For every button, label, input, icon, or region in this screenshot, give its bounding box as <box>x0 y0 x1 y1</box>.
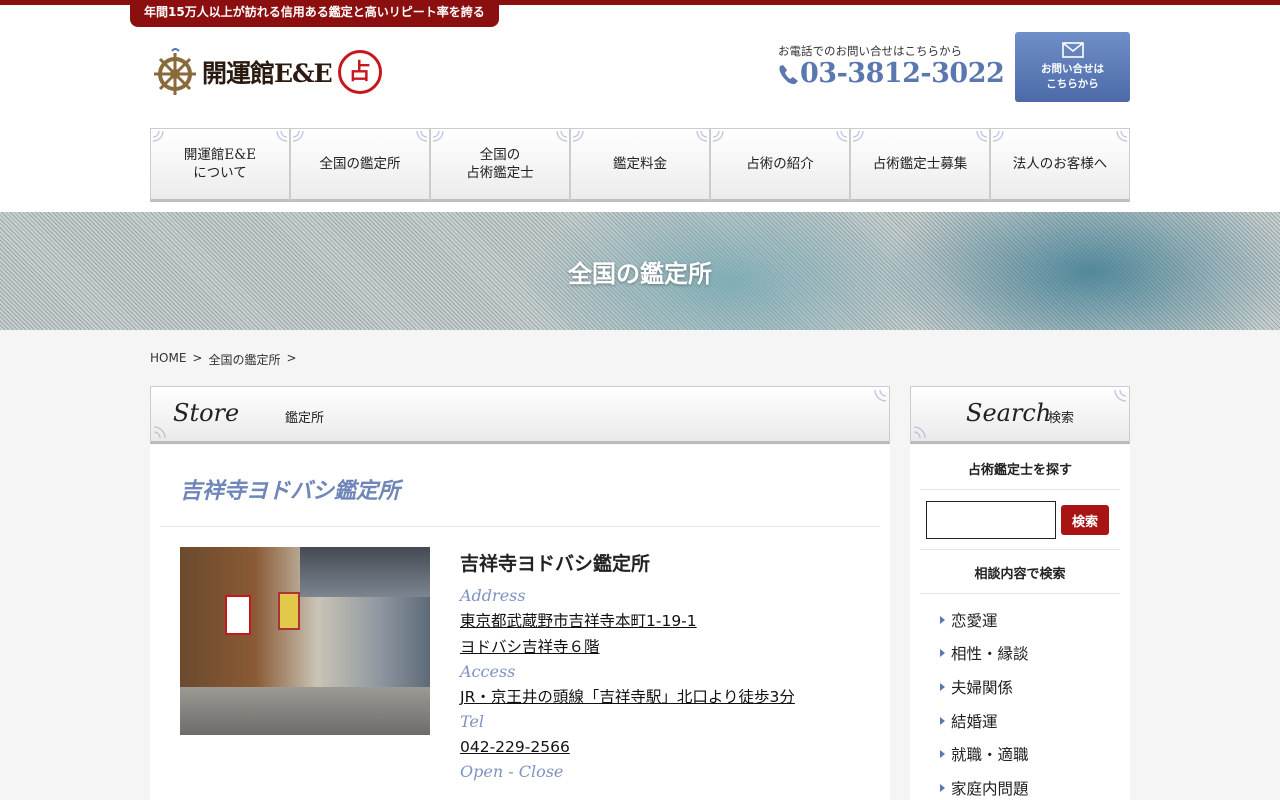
store-sign <box>278 592 300 630</box>
address-label: Address <box>460 586 526 605</box>
logo-text: 開運館E&E <box>202 59 333 88</box>
breadcrumb: HOME > 全国の鑑定所 > <box>150 351 297 368</box>
divider <box>920 549 1120 550</box>
category-item[interactable]: 就職・適職 <box>940 737 1029 771</box>
store-info: 吉祥寺ヨドバシ鑑定所 Address 東京都武蔵野市吉祥寺本町1-19-1 ヨド… <box>460 549 880 784</box>
store-sign <box>225 595 251 635</box>
section-heading-jp: 鑑定所 <box>285 411 325 426</box>
category-item[interactable]: 家庭内問題 <box>940 771 1029 800</box>
store-photo <box>180 547 430 735</box>
triangle-right-icon <box>940 716 945 725</box>
logo-seal: 占 <box>337 50 382 94</box>
nav-item-recruitment[interactable]: 占術鑑定士募集 <box>850 128 990 202</box>
tagline: 年間15万人以上が訪れる信用ある鑑定と高いリピート率を誇る <box>130 0 499 27</box>
store-section-header: Store 鑑定所 <box>150 386 890 444</box>
nav-item-pricing[interactable]: 鑑定料金 <box>570 128 710 202</box>
site-header: 開運館E&E 占 お電話でのお問い合せはこちらから 03-3812-3022 お… <box>0 5 1280 212</box>
access-label: Access <box>460 662 516 681</box>
contact-line2: こちらから <box>1046 78 1099 90</box>
global-nav: 開運館E&E について 全国の鑑定所 全国の 占術鑑定士 鑑定料金 占術の紹介 … <box>150 128 1130 202</box>
triangle-right-icon <box>940 615 945 624</box>
nav-item-about[interactable]: 開運館E&E について <box>150 128 290 202</box>
category-item[interactable]: 夫婦関係 <box>940 670 1029 704</box>
open-close-label: Open - Close <box>460 762 564 781</box>
nav-item-corporate[interactable]: 法人のお客様へ <box>990 128 1130 202</box>
store-title: 吉祥寺ヨドバシ鑑定所 <box>180 478 401 504</box>
tel-label: Tel <box>460 712 485 731</box>
search-button[interactable]: 検索 <box>1061 505 1109 535</box>
store-name: 吉祥寺ヨドバシ鑑定所 <box>460 553 651 575</box>
category-item[interactable]: 結婚運 <box>940 704 1029 738</box>
access-value[interactable]: JR・京王井の頭線「吉祥寺駅」北口より徒歩3分 <box>460 684 880 710</box>
contact-button[interactable]: お問い合せは こちらから <box>1015 32 1130 102</box>
phone-icon <box>779 64 798 84</box>
breadcrumb-home[interactable]: HOME <box>150 351 186 368</box>
find-fortune-teller-title: 占術鑑定士を探す <box>967 463 1072 478</box>
triangle-right-icon <box>940 783 945 792</box>
divider <box>920 489 1120 490</box>
site-logo[interactable]: 開運館E&E 占 <box>150 47 382 97</box>
search-input[interactable] <box>926 501 1056 539</box>
address-line2[interactable]: ヨドバシ吉祥寺６階 <box>460 634 880 660</box>
category-list: 恋愛運 相性・縁談 夫婦関係 結婚運 就職・適職 家庭内問題 <box>940 603 1029 800</box>
tel-caption: お電話でのお問い合せはこちらから <box>778 44 962 58</box>
breadcrumb-separator: > <box>192 351 203 365</box>
divider <box>160 526 880 527</box>
consult-search-title: 相談内容で検索 <box>974 567 1066 582</box>
triangle-right-icon <box>940 649 945 658</box>
triangle-right-icon <box>940 682 945 691</box>
breadcrumb-current[interactable]: 全国の鑑定所 <box>208 351 280 368</box>
address-line1[interactable]: 東京都武蔵野市吉祥寺本町1-19-1 <box>460 608 880 634</box>
section-heading-en: Store <box>173 399 240 427</box>
hero-banner: 全国の鑑定所 <box>0 212 1280 330</box>
search-sidebar: 占術鑑定士を探す 検索 相談内容で検索 恋愛運 相性・縁談 夫婦関係 結婚運 就… <box>910 445 1130 800</box>
category-item[interactable]: 相性・縁談 <box>940 637 1029 671</box>
contact-line1: お問い合せは <box>1041 63 1104 75</box>
tel-number[interactable]: 03-3812-3022 <box>778 58 1005 89</box>
divider <box>920 593 1120 594</box>
tel-number-text: 03-3812-3022 <box>800 58 1005 89</box>
sidebar-heading-jp: 検索 <box>1048 411 1075 426</box>
page-title: 全国の鑑定所 <box>568 260 712 288</box>
breadcrumb-separator: > <box>286 351 297 365</box>
mail-icon <box>1061 42 1084 58</box>
category-item[interactable]: 恋愛運 <box>940 603 1029 637</box>
store-tel[interactable]: 042-229-2566 <box>460 734 880 760</box>
search-section-header: Search 検索 <box>910 386 1130 444</box>
nav-item-fortune-tellers[interactable]: 全国の 占術鑑定士 <box>430 128 570 202</box>
sidebar-heading-en: Search <box>966 399 1052 427</box>
ship-wheel-icon <box>154 48 196 95</box>
store-card: 吉祥寺ヨドバシ鑑定所 吉祥寺ヨドバシ鑑定所 Address 東京都武蔵野市吉祥寺… <box>150 445 890 800</box>
triangle-right-icon <box>940 750 945 759</box>
nav-item-stores[interactable]: 全国の鑑定所 <box>290 128 430 202</box>
nav-item-divination-methods[interactable]: 占術の紹介 <box>710 128 850 202</box>
